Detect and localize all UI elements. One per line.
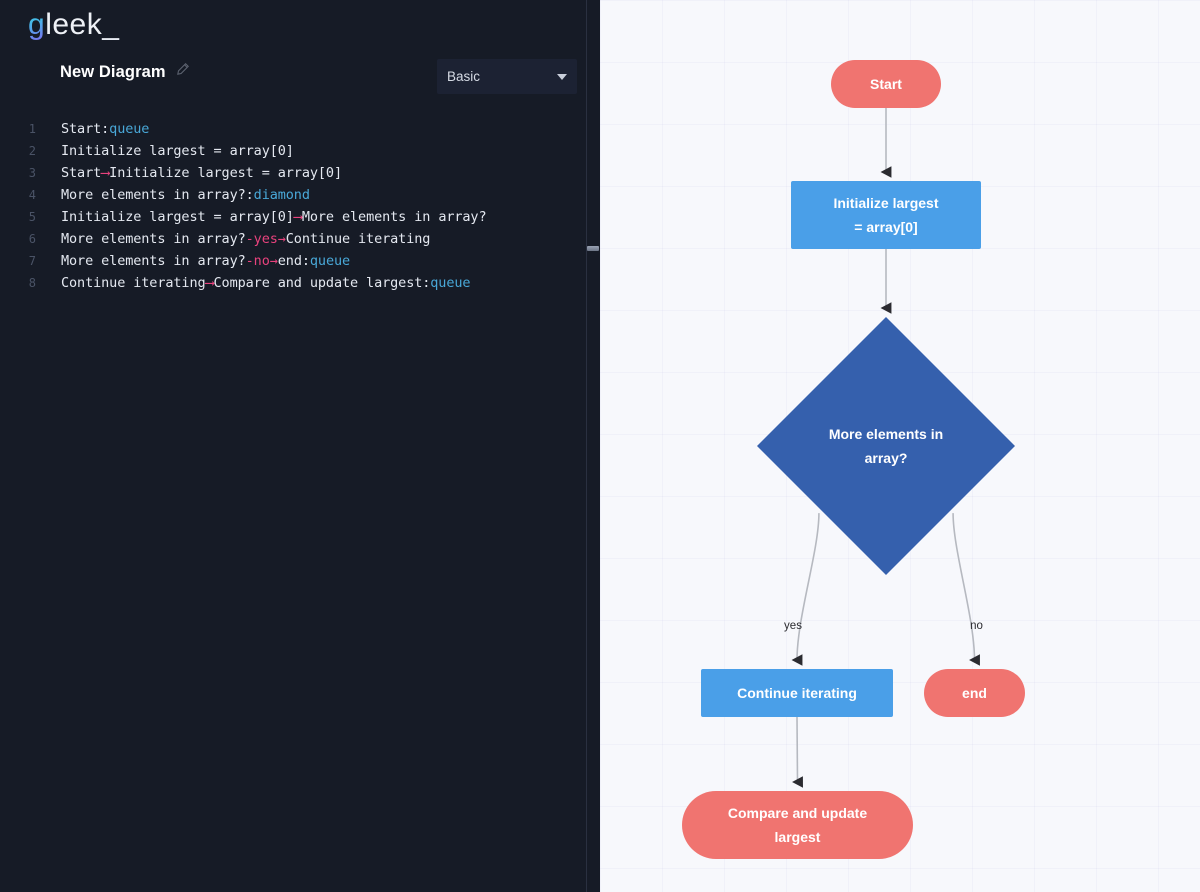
chevron-down-icon [557, 74, 567, 80]
logo-g: g [28, 8, 45, 41]
code-token-plain: More elements in array? [61, 253, 246, 269]
code-token-type: diamond [254, 187, 310, 203]
diagram-type-select[interactable]: Basic [437, 59, 577, 94]
edge-decision-to-end [953, 513, 974, 660]
node-start[interactable]: Start [831, 60, 941, 108]
code-token-plain: More elements in array? [61, 231, 246, 247]
line-number: 2 [0, 144, 36, 158]
code-token-arrow: ⟶ [206, 275, 214, 291]
node-shape-diamond [757, 317, 1015, 575]
code-line-text: Initialize largest = array[0]⟶More eleme… [36, 209, 486, 225]
gleek-app: gleek_ New Diagram Basic 1Start:queue2In… [0, 0, 1200, 892]
diagram-type-value: Basic [447, 69, 557, 84]
document-title-row: New Diagram [60, 62, 190, 82]
code-token-type: queue [109, 121, 149, 137]
node-decision[interactable]: More elements inarray? [757, 317, 1015, 575]
code-token-arrow: ⟶ [101, 165, 109, 181]
code-token-plain: Compare and update largest: [214, 275, 431, 291]
code-token-plain: Initialize largest = array[0] [61, 209, 294, 225]
line-number: 1 [0, 122, 36, 136]
line-number: 4 [0, 188, 36, 202]
code-line[interactable]: 7More elements in array?-no→end:queue [0, 250, 600, 272]
code-line-text: Continue iterating⟶Compare and update la… [36, 275, 470, 291]
code-token-plain: Start: [61, 121, 109, 137]
code-token-arrow: ⟶ [294, 209, 302, 225]
edge-continue-to-compare [797, 717, 798, 782]
node-initialize[interactable]: Initialize largest= array[0] [791, 181, 981, 249]
edge-decision-to-continue [797, 513, 819, 660]
node-label: Start [870, 76, 902, 92]
code-line-text: Start:queue [36, 121, 149, 137]
code-line-text: More elements in array?-yes→Continue ite… [36, 231, 430, 247]
node-end[interactable]: end [924, 669, 1025, 717]
code-token-plain: More elements in array?: [61, 187, 254, 203]
code-token-plain: More elements in array? [302, 209, 487, 225]
node-label: end [962, 685, 987, 701]
code-token-plain: Continue iterating [61, 275, 206, 291]
node-shape-rect [791, 181, 981, 249]
line-number: 7 [0, 254, 36, 268]
line-number: 8 [0, 276, 36, 290]
code-editor[interactable]: 1Start:queue2Initialize largest = array[… [0, 118, 600, 892]
node-label: Continue iterating [737, 685, 857, 701]
code-line[interactable]: 4More elements in array?:diamond [0, 184, 600, 206]
code-line[interactable]: 3Start⟶Initialize largest = array[0] [0, 162, 600, 184]
diagram-canvas[interactable]: yes no Start Initialize largest= array[0] M… [600, 0, 1200, 892]
code-token-plain: end: [278, 253, 310, 269]
code-line[interactable]: 5Initialize largest = array[0]⟶More elem… [0, 206, 600, 228]
gleek-logo[interactable]: gleek_ [28, 8, 119, 42]
line-number: 3 [0, 166, 36, 180]
code-line-text: Initialize largest = array[0] [36, 143, 294, 159]
editor-panel: gleek_ New Diagram Basic 1Start:queue2In… [0, 0, 600, 892]
code-token-plain: Initialize largest = array[0] [109, 165, 342, 181]
edge-label: no [970, 620, 983, 632]
code-line-text: Start⟶Initialize largest = array[0] [36, 165, 342, 181]
logo-rest: leek [45, 8, 102, 41]
code-line-text: More elements in array?:diamond [36, 187, 310, 203]
panel-splitter[interactable] [586, 0, 600, 892]
code-token-plain: Start [61, 165, 101, 181]
node-compare[interactable]: Compare and updatelargest [682, 791, 913, 859]
splitter-grip[interactable] [587, 246, 599, 251]
code-token-plain: Initialize largest = array[0] [61, 143, 294, 159]
node-continue[interactable]: Continue iterating [701, 669, 893, 717]
edge-label: yes [784, 620, 802, 632]
code-line[interactable]: 1Start:queue [0, 118, 600, 140]
line-number: 5 [0, 210, 36, 224]
code-token-type: queue [430, 275, 470, 291]
code-line[interactable]: 8Continue iterating⟶Compare and update l… [0, 272, 600, 294]
code-line-text: More elements in array?-no→end:queue [36, 253, 350, 269]
page-title: New Diagram [60, 63, 166, 82]
nodes-layer: Start Initialize largest= array[0] More el… [682, 60, 1025, 859]
flowchart-svg: yes no Start Initialize largest= array[0] M… [600, 0, 1200, 892]
code-token-arrow: -no→ [246, 253, 278, 269]
logo-cursor: _ [102, 8, 119, 41]
code-token-arrow: -yes→ [246, 231, 286, 247]
line-number: 6 [0, 232, 36, 246]
code-token-plain: Continue iterating [286, 231, 431, 247]
node-shape-pill [682, 791, 913, 859]
code-token-type: queue [310, 253, 350, 269]
code-line[interactable]: 2 Initialize largest = array[0] [0, 140, 600, 162]
pencil-icon[interactable] [175, 62, 190, 82]
code-line[interactable]: 6More elements in array?-yes→Continue it… [0, 228, 600, 250]
